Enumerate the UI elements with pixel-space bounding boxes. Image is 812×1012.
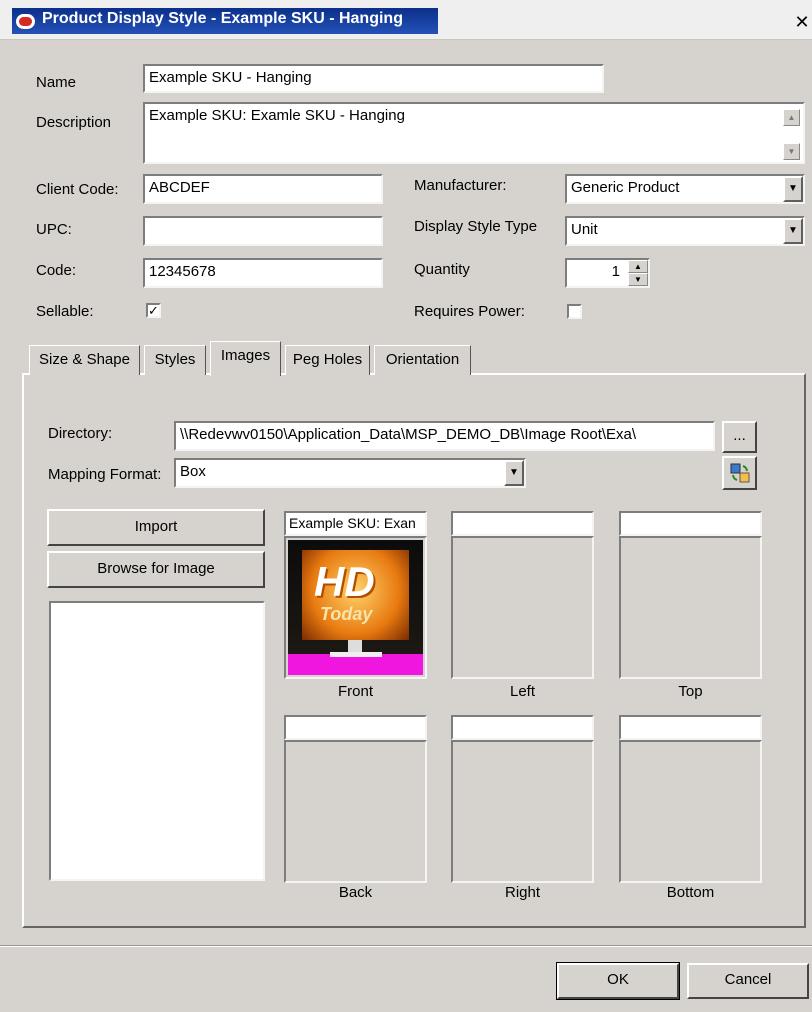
code-label: Code:: [36, 262, 77, 279]
magenta-band: [288, 654, 423, 675]
stepper-up-icon[interactable]: ▲: [628, 260, 648, 273]
browse-directory-button[interactable]: ...: [722, 421, 757, 453]
upc-field[interactable]: [143, 216, 383, 246]
stepper-down-icon[interactable]: ▼: [628, 273, 648, 286]
manufacturer-value: Generic Product: [571, 179, 680, 196]
mapping-format-label: Mapping Format:: [48, 466, 162, 483]
browse-for-image-button[interactable]: Browse for Image: [47, 551, 265, 588]
manufacturer-label: Manufacturer:: [414, 177, 507, 194]
bottom-label: Bottom: [666, 884, 715, 901]
chevron-down-icon[interactable]: ▼: [783, 218, 803, 244]
refresh-images-button[interactable]: [722, 456, 757, 490]
tab-size-shape[interactable]: Size & Shape: [29, 345, 140, 375]
upc-label: UPC:: [36, 221, 72, 238]
scroll-up-icon[interactable]: ▲: [783, 109, 800, 126]
directory-label: Directory:: [48, 425, 113, 442]
mapping-format-select[interactable]: Box ▼: [174, 458, 526, 488]
display-style-type-value: Unit: [571, 221, 598, 238]
scroll-down-icon[interactable]: ▼: [783, 143, 800, 160]
directory-field[interactable]: \\Redevwv0150\Application_Data\MSP_DEMO_…: [174, 421, 715, 451]
app-icon: [16, 14, 35, 29]
front-image-slot[interactable]: HD Today: [284, 536, 427, 679]
quantity-value: 1: [611, 263, 620, 280]
top-label: Top: [678, 683, 703, 700]
back-label: Back: [338, 884, 373, 901]
description-field[interactable]: Example SKU: Examle SKU - Hanging: [143, 102, 805, 164]
display-style-type-label: Display Style Type: [414, 218, 538, 235]
left-image-slot[interactable]: [451, 536, 594, 679]
image-preview-area: [49, 601, 265, 881]
chevron-down-icon[interactable]: ▼: [783, 176, 803, 202]
mapping-format-value: Box: [180, 463, 206, 480]
requires-power-checkbox[interactable]: [567, 304, 582, 319]
client-code-label: Client Code:: [36, 181, 119, 198]
bottom-caption: [619, 715, 762, 740]
chevron-down-icon[interactable]: ▼: [504, 460, 524, 486]
tv-base: [330, 652, 382, 657]
separator: [0, 945, 812, 947]
left-caption: [451, 511, 594, 536]
code-field[interactable]: 12345678: [143, 258, 383, 288]
close-icon[interactable]: ✕: [792, 12, 812, 32]
tab-peg-holes[interactable]: Peg Holes: [285, 345, 370, 375]
sellable-checkbox[interactable]: ✓: [146, 303, 161, 318]
window-title: Product Display Style - Example SKU - Ha…: [42, 10, 403, 27]
manufacturer-select[interactable]: Generic Product ▼: [565, 174, 805, 204]
ok-button[interactable]: OK: [556, 962, 680, 1000]
tab-styles[interactable]: Styles: [144, 345, 206, 375]
top-image-slot[interactable]: [619, 536, 762, 679]
back-caption: [284, 715, 427, 740]
name-label: Name: [36, 74, 77, 91]
name-field[interactable]: Example SKU - Hanging: [143, 64, 604, 93]
left-label: Left: [509, 683, 536, 700]
import-button[interactable]: Import: [47, 509, 265, 546]
tab-orientation[interactable]: Orientation: [374, 345, 471, 375]
front-caption: Example SKU: Exan: [284, 511, 427, 536]
thumb-today-text: Today: [320, 604, 373, 624]
back-image-slot[interactable]: [284, 740, 427, 883]
display-style-type-select[interactable]: Unit ▼: [565, 216, 805, 246]
tab-images[interactable]: Images: [210, 341, 281, 376]
quantity-label: Quantity: [414, 261, 470, 278]
refresh-icon: [730, 463, 749, 483]
thumb-hd-text: HD: [314, 558, 375, 605]
front-thumbnail: HD Today: [288, 540, 423, 675]
requires-power-label: Requires Power:: [414, 303, 525, 320]
description-label: Description: [36, 114, 112, 131]
right-caption: [451, 715, 594, 740]
top-caption: [619, 511, 762, 536]
bottom-image-slot[interactable]: [619, 740, 762, 883]
description-text: Example SKU: Examle SKU - Hanging: [149, 107, 405, 124]
client-code-field[interactable]: ABCDEF: [143, 174, 383, 204]
right-image-slot[interactable]: [451, 740, 594, 883]
cancel-button[interactable]: Cancel: [687, 963, 809, 999]
sellable-label: Sellable:: [36, 303, 94, 320]
front-label: Front: [337, 683, 373, 700]
right-label: Right: [504, 884, 541, 901]
